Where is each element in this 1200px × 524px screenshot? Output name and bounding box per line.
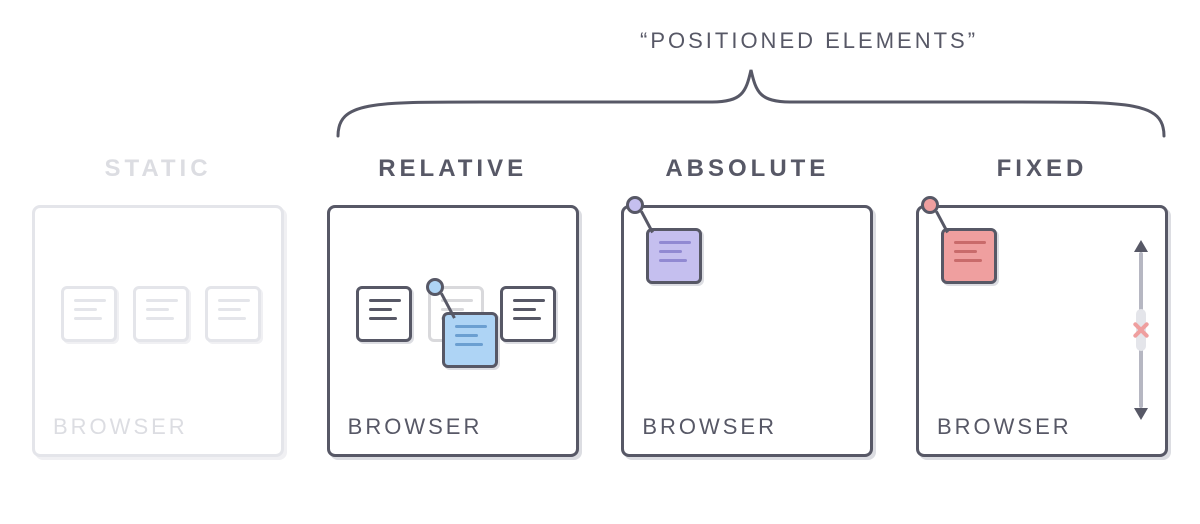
document-icon bbox=[356, 286, 412, 342]
panel-label: BROWSER bbox=[642, 414, 777, 440]
document-fixed-icon bbox=[941, 228, 997, 284]
x-icon bbox=[1130, 319, 1152, 341]
column-absolute: ABSOLUTE BROWSER bbox=[617, 155, 877, 457]
title-absolute: ABSOLUTE bbox=[665, 155, 829, 183]
title-static: STATIC bbox=[104, 155, 211, 183]
browser-panel-static: BROWSER bbox=[32, 205, 284, 457]
browser-panel-fixed: BROWSER bbox=[916, 205, 1168, 457]
column-fixed: FIXED BROWSER bbox=[912, 155, 1172, 457]
column-static: STATIC BROWSER bbox=[28, 155, 288, 457]
document-absolute-icon bbox=[646, 228, 702, 284]
browser-panel-absolute: BROWSER bbox=[621, 205, 873, 457]
document-offset-icon bbox=[442, 312, 498, 368]
panel-label: BROWSER bbox=[937, 414, 1072, 440]
document-icon bbox=[205, 286, 261, 342]
scrollbar-disabled-icon bbox=[1131, 240, 1151, 420]
panel-label: BROWSER bbox=[53, 414, 188, 440]
document-icon bbox=[61, 286, 117, 342]
document-icon bbox=[500, 286, 556, 342]
browser-panel-relative: BROWSER bbox=[327, 205, 579, 457]
section-heading: “POSITIONED ELEMENTS” bbox=[640, 28, 978, 54]
curly-brace bbox=[332, 62, 1170, 142]
title-relative: RELATIVE bbox=[378, 155, 527, 183]
title-fixed: FIXED bbox=[997, 155, 1088, 183]
document-icon bbox=[133, 286, 189, 342]
pin-icon bbox=[426, 278, 462, 314]
column-relative: RELATIVE BROWSER bbox=[323, 155, 583, 457]
pin-icon bbox=[626, 196, 662, 232]
panel-label: BROWSER bbox=[348, 414, 483, 440]
pin-icon bbox=[921, 196, 957, 232]
